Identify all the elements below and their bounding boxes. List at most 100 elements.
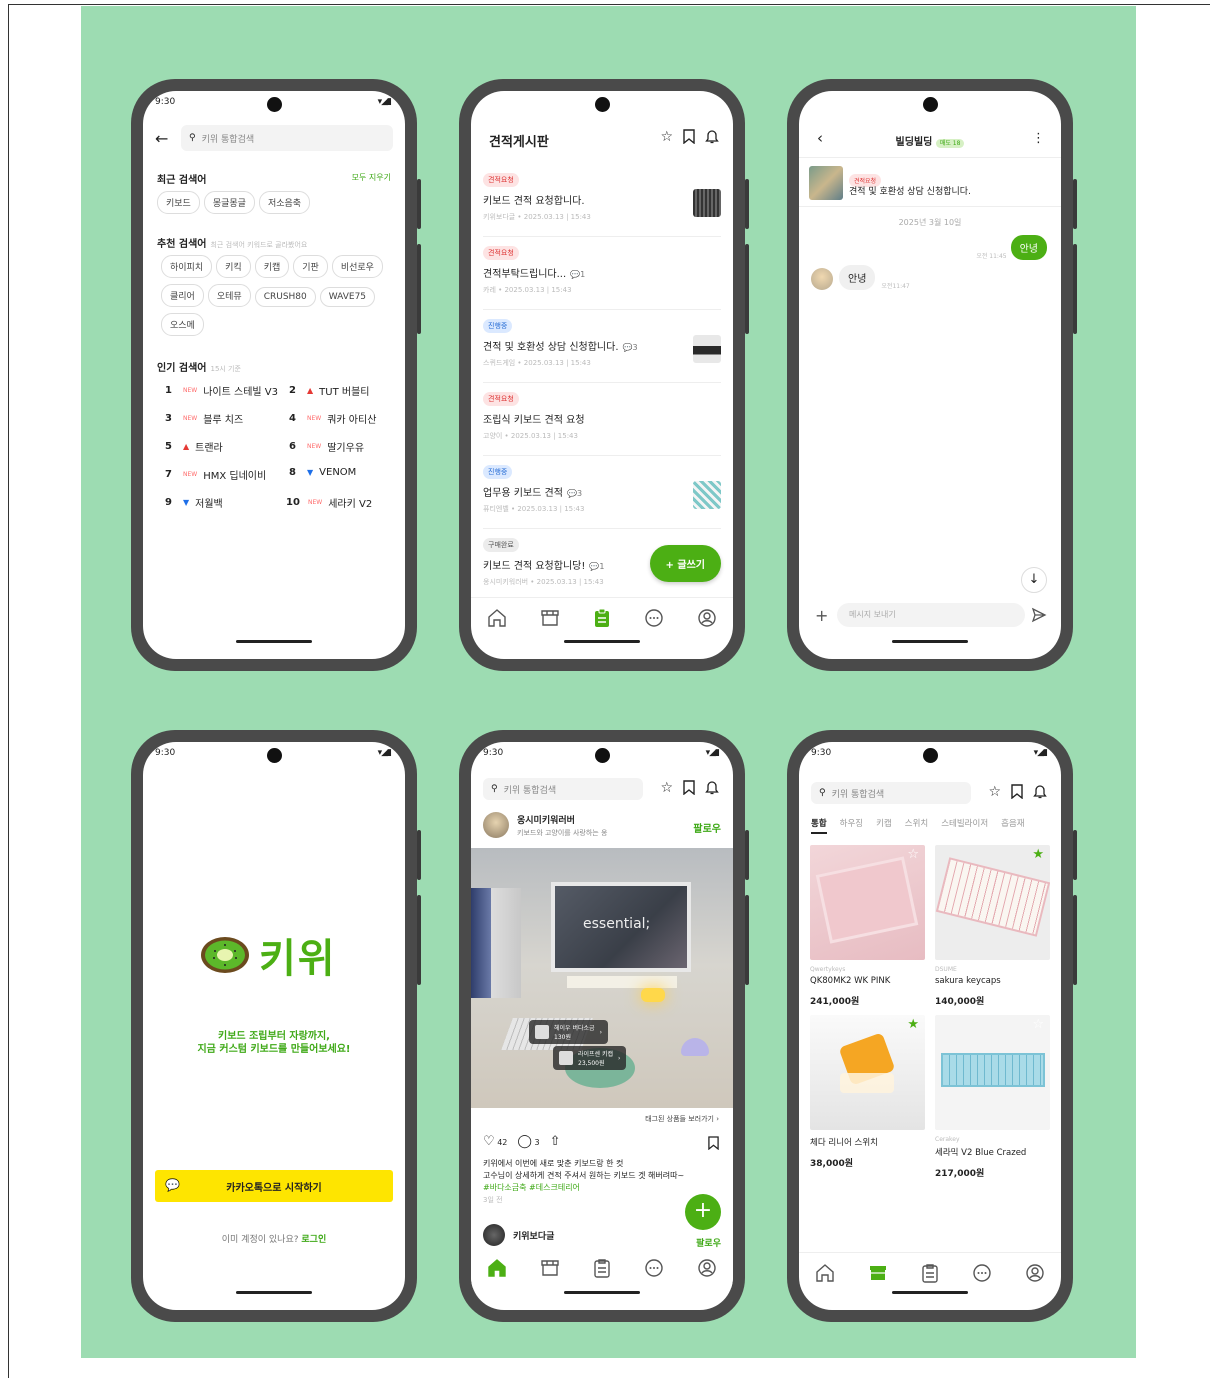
recommend-chip[interactable]: 하이피치 xyxy=(161,255,213,278)
login-link[interactable]: 로그인 xyxy=(301,1235,326,1245)
clipboard-icon[interactable] xyxy=(591,607,613,629)
bookmark-icon[interactable] xyxy=(683,780,695,795)
rank-item[interactable]: 1 NEW 나이트 스테빌 V3 xyxy=(165,383,278,398)
recommend-chip[interactable]: 오테뮤 xyxy=(207,284,251,307)
post-item[interactable]: 견적요청 견적부탁드립니다... 💬1 카레 • 2025.03.13 | 15:… xyxy=(483,240,721,310)
recommend-chip[interactable]: CRUSH80 xyxy=(254,287,316,307)
rank-item[interactable]: 6 NEW 딸기우유 xyxy=(289,439,364,454)
login-prompt: 이미 계정이 있나요? 로그인 xyxy=(143,1232,405,1245)
clear-all-button[interactable]: 모두 지우기 xyxy=(352,172,391,183)
tagged-products-link[interactable]: 태그된 상품들 보러가기 › xyxy=(645,1114,719,1124)
bell-icon[interactable] xyxy=(705,780,719,795)
bell-icon[interactable] xyxy=(1033,784,1047,799)
recommend-chip[interactable]: 키캡 xyxy=(254,255,290,278)
recommend-chip[interactable]: 비선로우 xyxy=(331,255,383,278)
plus-icon[interactable]: + xyxy=(815,606,828,625)
bookmark-icon[interactable] xyxy=(683,129,695,144)
star-icon[interactable]: ☆ xyxy=(660,780,673,796)
rank-item[interactable]: 3 NEW 블루 치즈 xyxy=(165,411,243,426)
create-post-button[interactable]: + xyxy=(685,1194,721,1230)
home-icon[interactable] xyxy=(486,607,508,629)
comment-count: 💬1 xyxy=(570,270,586,279)
home-icon[interactable] xyxy=(814,1262,836,1284)
write-post-button[interactable]: + 글쓰기 xyxy=(649,545,721,582)
tab-all[interactable]: 통합 xyxy=(811,817,827,834)
status-time: 9:30 xyxy=(811,748,832,758)
message-input[interactable]: 메시지 보내기 xyxy=(837,603,1025,627)
user-name[interactable]: 옹시미키워러버 xyxy=(517,813,575,826)
post-item[interactable]: 견적요청 조립식 키보드 견적 요청 고양이 • 2025.03.13 | 15… xyxy=(483,386,721,456)
store-icon[interactable] xyxy=(867,1262,889,1284)
post-item[interactable]: 진행중 업무용 키보드 견적 💬3 퓨티엔벨 • 2025.03.13 | 15:… xyxy=(483,459,721,529)
chat-icon[interactable] xyxy=(643,1257,665,1279)
profile-icon[interactable] xyxy=(1024,1262,1046,1284)
recent-chip[interactable]: 키보드 xyxy=(157,191,200,214)
favorite-star-icon[interactable]: ★ xyxy=(907,1017,919,1032)
product-card[interactable]: ★ DSUME sakura keycaps 140,000원 xyxy=(935,845,1050,1007)
bell-icon[interactable] xyxy=(705,129,719,144)
like-button[interactable]: ♡ 42 xyxy=(483,1134,507,1149)
pinned-post[interactable]: 견적요청 견적 및 호환성 상담 신청합니다. xyxy=(799,157,1061,207)
tab-switch[interactable]: 스위치 xyxy=(905,817,928,834)
avatar[interactable] xyxy=(483,1224,505,1246)
recommend-chip[interactable]: 오스메 xyxy=(161,313,204,336)
chat-icon[interactable] xyxy=(643,607,665,629)
rank-item[interactable]: 8 ▼ VENOM xyxy=(289,467,356,478)
avatar[interactable] xyxy=(483,812,509,838)
hashtags[interactable]: #바다소금축 #데스크테리어 xyxy=(483,1182,723,1194)
back-arrow-icon[interactable]: ← xyxy=(155,129,168,148)
home-icon[interactable] xyxy=(486,1257,508,1279)
search-input[interactable]: ⚲ 키위 통합검색 xyxy=(811,782,971,804)
star-icon[interactable]: ☆ xyxy=(988,784,1001,800)
post-photo[interactable]: essential; 헤이우 버다소금 130원 › 라이프센 키캡 23,500원… xyxy=(471,848,733,1108)
recommend-chip[interactable]: WAVE75 xyxy=(319,287,376,307)
favorite-star-icon[interactable]: ★ xyxy=(1032,847,1044,862)
comment-button[interactable]: ◯ 3 xyxy=(517,1134,539,1149)
recent-chip[interactable]: 저소음축 xyxy=(258,191,311,214)
clipboard-icon[interactable] xyxy=(919,1262,941,1284)
product-card[interactable]: ☆ Cerakey 세라믹 V2 Blue Crazed 217,000원 xyxy=(935,1015,1050,1179)
rank-item[interactable]: 7 NEW HMX 딥네이비 xyxy=(165,467,266,482)
share-icon[interactable]: ⇧ xyxy=(550,1134,561,1149)
search-input[interactable]: ⚲ 키위 통합검색 xyxy=(483,778,643,800)
recommend-chip[interactable]: 클리어 xyxy=(161,284,204,307)
rank-item[interactable]: 2 ▲ TUT 버블티 xyxy=(289,383,369,398)
rank-item[interactable]: 4 NEW 쿼카 아티산 xyxy=(289,411,376,426)
tab-foam[interactable]: 흡음재 xyxy=(1001,817,1024,834)
product-tag[interactable]: 라이프센 키캡 23,500원 › xyxy=(553,1046,627,1070)
search-input[interactable]: ⚲ 키위 통합검색 xyxy=(181,125,393,151)
store-icon[interactable] xyxy=(539,607,561,629)
more-icon[interactable]: ⋮ xyxy=(1032,131,1045,146)
post-item[interactable]: 진행중 견적 및 호환성 상담 신청합니다. 💬3 스퀴드게임 • 2025.03… xyxy=(483,313,721,383)
scroll-down-button[interactable]: ↓ xyxy=(1021,567,1047,593)
rank-item[interactable]: 9 ▼ 저월백 xyxy=(165,495,223,510)
rank-item[interactable]: 10 NEW 세라키 V2 xyxy=(286,495,372,510)
store-icon[interactable] xyxy=(539,1257,561,1279)
favorite-star-icon[interactable]: ☆ xyxy=(1032,1017,1044,1032)
chat-icon[interactable] xyxy=(971,1262,993,1284)
product-card[interactable]: ★ 체다 리니어 스위치 38,000원 xyxy=(810,1015,925,1169)
favorite-star-icon[interactable]: ☆ xyxy=(907,847,919,862)
bookmark-icon[interactable] xyxy=(1011,784,1023,799)
follow-button[interactable]: 팔로우 xyxy=(693,820,721,835)
bookmark-icon[interactable] xyxy=(708,1136,719,1150)
product-tag[interactable]: 헤이우 버다소금 130원 › xyxy=(529,1020,608,1044)
recommend-chip[interactable]: 키킥 xyxy=(216,255,251,278)
rank-item[interactable]: 5 ▲ 트랜라 xyxy=(165,439,223,454)
my-message-time: 오전 11:45 xyxy=(976,253,1007,260)
post-item[interactable]: 견적요청 키보드 견적 요청합니다. 키위보다글 • 2025.03.13 | … xyxy=(483,167,721,237)
product-card[interactable]: ☆ Qwertykeys QK80MK2 WK PINK 241,000원 xyxy=(810,845,925,1007)
recent-chip[interactable]: 몽글몽글 xyxy=(203,191,255,214)
user-name[interactable]: 키위보다글 xyxy=(513,1229,554,1242)
clipboard-icon[interactable] xyxy=(591,1257,613,1279)
kakao-login-button[interactable]: 💬 카카오톡으로 시작하기 xyxy=(155,1170,393,1202)
recommend-chip[interactable]: 기판 xyxy=(293,255,328,278)
tab-stabilizer[interactable]: 스테빌라이저 xyxy=(941,817,988,834)
star-icon[interactable]: ☆ xyxy=(660,129,673,145)
tab-housing[interactable]: 하우징 xyxy=(840,817,863,834)
profile-icon[interactable] xyxy=(696,607,718,629)
phone-feed: 9:30 ▾◢▮ ⚲ 키위 통합검색 ☆ 옹시미키워러버 키보드와 고양이를 사… xyxy=(459,730,749,1322)
send-icon[interactable] xyxy=(1031,607,1047,623)
profile-icon[interactable] xyxy=(696,1257,718,1279)
tab-keycap[interactable]: 키캡 xyxy=(876,817,892,834)
